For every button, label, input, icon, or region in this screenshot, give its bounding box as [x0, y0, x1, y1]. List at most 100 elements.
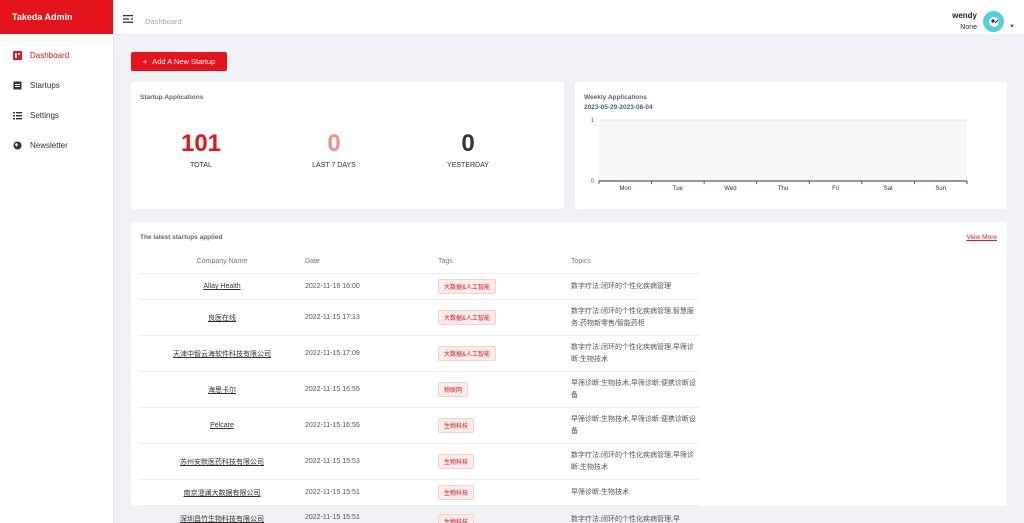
data-point [729, 180, 732, 182]
stat-last7-value: 0 [327, 130, 341, 157]
row-topics: 数字疗法:闭环的个性化疾病管理,早筛诊断:生物技术 [571, 451, 694, 471]
globe-icon [12, 140, 22, 150]
row-date: 2022-11-15 16:55 [305, 422, 360, 429]
row-tags: 大数据&人工智能 [438, 346, 571, 361]
sidebar-item-label: Settings [30, 110, 59, 120]
column-header-date[interactable]: Date [305, 258, 438, 265]
chevron-down-icon[interactable]: ▼ [1009, 24, 1015, 30]
sidebar-item-settings[interactable]: Settings [0, 100, 113, 130]
data-point [677, 180, 679, 182]
sidebar-item-newsletter[interactable]: Newsletter [0, 130, 113, 160]
row-date: 2022-11-15 17:09 [305, 350, 360, 357]
x-tick-label: Sun [935, 186, 946, 192]
top-bar: Dashboard wendy None ▼ [114, 0, 1024, 35]
x-tick-label: Wed [724, 186, 736, 192]
user-info[interactable]: wendy None [952, 11, 977, 31]
row-topics: 早筛诊断:生物技术 [571, 488, 629, 496]
dashboard-icon [12, 50, 22, 60]
row-date: 2022-11-15 17:13 [305, 314, 360, 321]
row-tags: 生物科技 [438, 485, 571, 500]
row-date: 2022-11-15 16:55 [305, 386, 360, 393]
startup-applications-card: Startup Applications 101 TOTAL 0 LAST 7 … [131, 82, 564, 209]
avatar[interactable] [983, 11, 1004, 32]
company-link[interactable]: 天津中智云海软件科技有限公司 [139, 349, 305, 359]
add-startup-label: Add A New Startup [152, 57, 216, 66]
x-tick-label: Tue [673, 186, 684, 192]
column-header-tags[interactable]: Tags [438, 258, 571, 265]
sidebar-item-startups[interactable]: Startups [0, 70, 113, 100]
row-topics: 数字疗法:闭环的个性化疾病管理,早 [571, 516, 680, 523]
stat-last7: 0 LAST 7 DAYS [274, 130, 394, 169]
stat-yesterday: 0 YESTERDAY [408, 130, 528, 169]
latest-title: The latest startups applied [140, 234, 223, 241]
stat-total-value: 101 [180, 130, 222, 157]
row-topics: 数字疗法:闭环的个性化疾病管理,早筛诊断:生物技术 [571, 343, 694, 363]
data-point [939, 180, 942, 182]
row-tags: 物联网 [438, 382, 571, 397]
row-date: 2022-11-15 15:51 [305, 489, 360, 496]
sidebar-item-label: Newsletter [30, 140, 68, 150]
weekly-chart: 0 1 Mon Tue Wed Thu Fri Sat Sun [591, 118, 968, 192]
brand-logo[interactable]: Takeda Admin [0, 0, 113, 34]
row-topics: 早筛诊断:生物技术,早筛诊断:便携诊断设备 [571, 379, 696, 399]
tag-badge: 大数据&人工智能 [438, 310, 497, 325]
plus-icon: + [142, 57, 148, 66]
column-header-topics[interactable]: Topics [571, 256, 699, 268]
data-point [782, 180, 784, 182]
row-topics: 数字疗法:闭环的个性化疾病管理,智慧服务:药物新零售/智能药柜 [571, 307, 694, 327]
y-tick-label: 1 [591, 118, 595, 124]
table-row[interactable]: Allay Health 2022-11-16 16:00 大数据&人工智能 数… [139, 274, 699, 300]
company-link[interactable]: 苏州安默医药科技有限公司 [139, 457, 305, 467]
sidebar-item-label: Dashboard [30, 50, 70, 60]
company-link[interactable]: 深圳昌竹生物科技有限公司 [139, 514, 305, 523]
card-title: Startup Applications [140, 94, 204, 101]
row-tags: 生物科技 [438, 454, 571, 469]
chart-plot-area [599, 120, 967, 181]
menu-toggle-icon[interactable] [123, 15, 133, 23]
row-tags: 生物科技 [438, 514, 571, 523]
data-point [834, 180, 837, 182]
tag-badge: 大数据&人工智能 [438, 279, 497, 294]
tag-badge: 物联网 [438, 382, 469, 397]
table-row[interactable]: 天津中智云海软件科技有限公司 2022-11-15 17:09 大数据&人工智能… [139, 336, 699, 372]
sidebar: Takeda Admin Dashboard Startups Settings… [0, 0, 114, 523]
stat-total-label: TOTAL [190, 162, 212, 169]
company-link[interactable]: 良医在线 [139, 313, 305, 323]
company-link[interactable]: Pelcare [139, 422, 305, 429]
company-link[interactable]: 南京澄澜大数据有限公司 [139, 488, 305, 498]
row-topics: 早筛诊断:生物技术,早筛诊断:便携诊断设备 [571, 415, 696, 435]
row-date: 2022-11-15 15:53 [305, 458, 360, 465]
company-link[interactable]: 海思卡尔 [139, 385, 305, 395]
stat-yesterday-value: 0 [461, 130, 475, 157]
document-icon [12, 80, 22, 90]
stat-yesterday-label: YESTERDAY [447, 162, 489, 169]
x-tick-label: Thu [778, 186, 788, 192]
list-icon [12, 110, 22, 120]
x-tick-label: Fri [832, 186, 839, 192]
view-more-link[interactable]: View More [966, 234, 997, 241]
weekly-applications-card: Weekly Applications 2023-05-29-2023-06-0… [575, 82, 1007, 209]
row-date: 2022-11-16 16:00 [305, 283, 360, 290]
table-row[interactable]: Pelcare 2022-11-15 16:55 生物科技 早筛诊断:生物技术,… [139, 408, 699, 444]
latest-startups-table: Company Name Date Tags Topics Allay Heal… [139, 250, 699, 523]
add-startup-button[interactable]: + Add A New Startup [131, 52, 227, 71]
column-header-company[interactable]: Company Name [139, 258, 305, 265]
sidebar-item-label: Startups [30, 80, 60, 90]
table-row[interactable]: 南京澄澜大数据有限公司 2022-11-15 15:51 生物科技 早筛诊断:生… [139, 480, 699, 506]
sidebar-item-dashboard[interactable]: Dashboard [0, 40, 113, 70]
x-tick-label: Sat [884, 186, 893, 192]
table-row[interactable]: 良医在线 2022-11-15 17:13 大数据&人工智能 数字疗法:闭环的个… [139, 300, 699, 336]
table-row[interactable]: 深圳昌竹生物科技有限公司 2022-11-15 15:51 生物科技 数字疗法:… [139, 506, 699, 523]
tag-badge: 生物科技 [438, 454, 475, 469]
data-point [624, 180, 627, 182]
row-topics: 数字疗法:闭环的个性化疾病管理 [571, 282, 671, 290]
y-tick-label: 0 [591, 179, 595, 185]
row-date: 2022-11-15 15:51 [305, 514, 360, 521]
company-link[interactable]: Allay Health [139, 283, 305, 290]
breadcrumb[interactable]: Dashboard [145, 17, 182, 26]
user-name: wendy [952, 11, 977, 20]
table-row[interactable]: 海思卡尔 2022-11-15 16:55 物联网 早筛诊断:生物技术,早筛诊断… [139, 372, 699, 408]
row-tags: 大数据&人工智能 [438, 310, 571, 325]
table-row[interactable]: 苏州安默医药科技有限公司 2022-11-15 15:53 生物科技 数字疗法:… [139, 444, 699, 480]
x-tick-label: Mon [619, 186, 631, 192]
